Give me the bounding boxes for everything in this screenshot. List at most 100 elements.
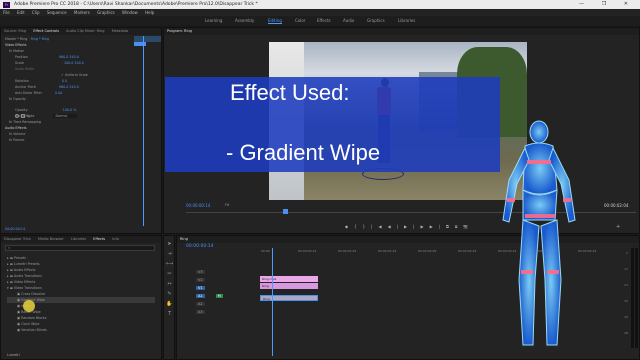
mark-out-icon[interactable]: } xyxy=(363,224,372,229)
audio-meter-scale: 0 -12 -24 -36 -48 dB xyxy=(623,251,628,335)
workspace-libraries[interactable]: Libraries xyxy=(398,16,415,25)
window-controls[interactable]: — ❐ ✕ xyxy=(579,0,636,9)
prop-anchor-point[interactable]: Anchor Point 960.0 540.0 xyxy=(15,85,79,90)
prop-rotation[interactable]: Rotation 0.0 xyxy=(15,79,67,84)
workspace-color[interactable]: Color xyxy=(295,16,305,25)
premiere-logo: Pr xyxy=(3,1,10,8)
window-title: Adobe Premiere Pro CC 2018 - C:\Users\Ra… xyxy=(14,2,258,7)
lift-icon[interactable]: ⧉ xyxy=(446,224,455,229)
menu-graphics[interactable]: Graphics xyxy=(97,10,115,15)
menu-help[interactable]: Help xyxy=(145,10,154,15)
track-v3[interactable]: V3 xyxy=(196,268,223,276)
tab-info[interactable]: Info xyxy=(112,237,119,241)
cursor-highlight xyxy=(23,300,35,312)
menu-edit[interactable]: Edit xyxy=(17,10,25,15)
workspace-learning[interactable]: Learning xyxy=(205,16,222,25)
program-timecode[interactable]: 00:00:00:14 xyxy=(186,203,210,208)
hand-tool-icon[interactable]: ✋ xyxy=(166,301,173,307)
menu-clip[interactable]: Clip xyxy=(32,10,40,15)
effects-search-input[interactable]: ⌕ xyxy=(5,245,155,251)
tab-audio-clip-mixer[interactable]: Audio Clip Mixer: Ring xyxy=(66,29,104,33)
prop-opacity[interactable]: Opacity 100.0 % xyxy=(15,108,76,113)
play-icon[interactable]: ▶ xyxy=(404,224,413,229)
workspace-bar: Learning Assembly Editing Color Effects … xyxy=(0,16,640,25)
menu-markers[interactable]: Markers xyxy=(74,10,90,15)
export-frame-icon[interactable]: 📷 xyxy=(463,224,474,229)
clip-v1[interactable]: Ring xyxy=(260,295,318,301)
effects-footer: Lumetri xyxy=(7,353,20,357)
go-to-out-icon[interactable]: ▶| xyxy=(430,224,446,229)
tab-timeline-ring[interactable]: Ring xyxy=(180,237,188,241)
tab-project[interactable]: Disappear Trick xyxy=(4,237,31,241)
mark-in-icon[interactable]: { xyxy=(354,224,363,229)
workspace-editing[interactable]: Editing xyxy=(268,16,282,25)
menu-file[interactable]: File xyxy=(3,10,10,15)
effect-opacity[interactable]: fx Opacity xyxy=(9,97,26,102)
prop-anti-flicker[interactable]: Anti-flicker Filter 0.00 xyxy=(15,91,62,96)
transition-venetian-blinds[interactable]: ▣ Venetian Blinds xyxy=(7,327,155,333)
track-v1[interactable]: V1 xyxy=(196,284,223,292)
ec-timecode[interactable]: 00:00:00:14 xyxy=(5,227,25,232)
program-playhead[interactable] xyxy=(283,209,288,214)
clip-v3[interactable]: Ring.mp4 xyxy=(260,276,318,282)
mute-button[interactable]: M xyxy=(215,294,223,298)
uniform-scale-checkbox[interactable]: ✓ Uniform Scale xyxy=(61,73,88,78)
effect-motion[interactable]: fx Motion xyxy=(9,49,24,54)
menu-window[interactable]: Window xyxy=(122,10,138,15)
ripple-edit-tool-icon[interactable]: ⟷ xyxy=(166,261,173,267)
effect-volume[interactable]: fx Volume xyxy=(9,132,25,137)
button-editor-icon[interactable]: + xyxy=(616,224,620,230)
slip-tool-icon[interactable]: ↔ xyxy=(166,281,173,287)
go-to-in-icon[interactable]: |◀ xyxy=(371,224,387,229)
step-forward-icon[interactable]: |▶ xyxy=(413,224,429,229)
add-marker-icon[interactable]: ◆ xyxy=(345,224,354,229)
track-select-tool-icon[interactable]: ⇥ xyxy=(166,251,173,257)
audio-meter-right xyxy=(635,248,638,348)
tab-metadata[interactable]: Metadata xyxy=(112,29,129,33)
title-bar: Pr Adobe Premiere Pro CC 2018 - C:\Users… xyxy=(0,0,640,9)
section-audio-effects: Audio Effects xyxy=(5,126,27,130)
track-headers: V3 V2 V1 A1 M A2 A3 xyxy=(196,268,223,316)
razor-tool-icon[interactable]: ✂ xyxy=(166,271,173,277)
effect-time-remapping[interactable]: fx Time Remapping xyxy=(9,120,41,125)
annotation-line-1: Effect Used: xyxy=(230,80,350,105)
selection-tool-icon[interactable]: ➤ xyxy=(166,241,173,247)
timeline-timecode[interactable]: 00:00:00:14 xyxy=(186,244,213,249)
prop-blend-mode[interactable]: Blend Mode Normal xyxy=(15,114,78,119)
audio-meter-left xyxy=(631,248,634,348)
effect-panner[interactable]: fx Panner xyxy=(9,138,25,143)
workspace-audio[interactable]: Audio xyxy=(343,16,354,25)
track-v2[interactable]: V2 xyxy=(196,276,223,284)
fit-dropdown[interactable]: Fit xyxy=(225,203,229,207)
effect-controls-tabs: Source: Ring Effect Controls Audio Clip … xyxy=(1,28,161,35)
track-a1[interactable]: A1 M xyxy=(196,292,223,300)
tab-program[interactable]: Program: Ring xyxy=(167,29,192,33)
effect-controls-header: Master * Ring Ring * Ring xyxy=(5,37,50,41)
section-video-effects: Video Effects xyxy=(5,43,27,47)
step-back-icon[interactable]: ◀| xyxy=(388,224,404,229)
tab-effects[interactable]: Effects xyxy=(93,237,105,241)
track-a2[interactable]: A2 xyxy=(196,300,223,308)
workspace-graphics[interactable]: Graphics xyxy=(367,16,385,25)
transport-controls[interactable]: ◆{}|◀◀|▶|▶▶|⧉⧈📷 xyxy=(345,224,485,230)
track-a3[interactable]: A3 xyxy=(196,308,223,316)
pen-tool-icon[interactable]: ✎ xyxy=(166,291,173,297)
ec-mini-clip xyxy=(134,42,146,46)
tab-media-browser[interactable]: Media Browser xyxy=(38,237,64,241)
type-tool-icon[interactable]: T xyxy=(166,311,173,317)
tab-libraries[interactable]: Libraries xyxy=(71,237,86,241)
effect-controls-panel: Source: Ring Effect Controls Audio Clip … xyxy=(0,27,162,234)
ec-playhead[interactable] xyxy=(143,36,144,226)
mask-tools[interactable]: ✎ xyxy=(15,103,35,119)
effects-panel: Disappear Trick Media Browser Libraries … xyxy=(0,235,162,360)
menu-sequence[interactable]: Sequence xyxy=(47,10,67,15)
clip-v2[interactable]: Ring xyxy=(260,283,318,289)
workspace-effects[interactable]: Effects xyxy=(317,16,331,25)
tab-source[interactable]: Source: Ring xyxy=(4,29,26,33)
prop-position[interactable]: Position 960.0 540.0 xyxy=(15,55,79,60)
timeline-playhead[interactable] xyxy=(272,248,273,356)
prop-scale[interactable]: Scale 100.0 100.0 xyxy=(15,61,84,66)
glowing-figure-overlay xyxy=(502,120,576,346)
tab-effect-controls[interactable]: Effect Controls xyxy=(33,29,59,33)
workspace-assembly[interactable]: Assembly xyxy=(235,16,254,25)
